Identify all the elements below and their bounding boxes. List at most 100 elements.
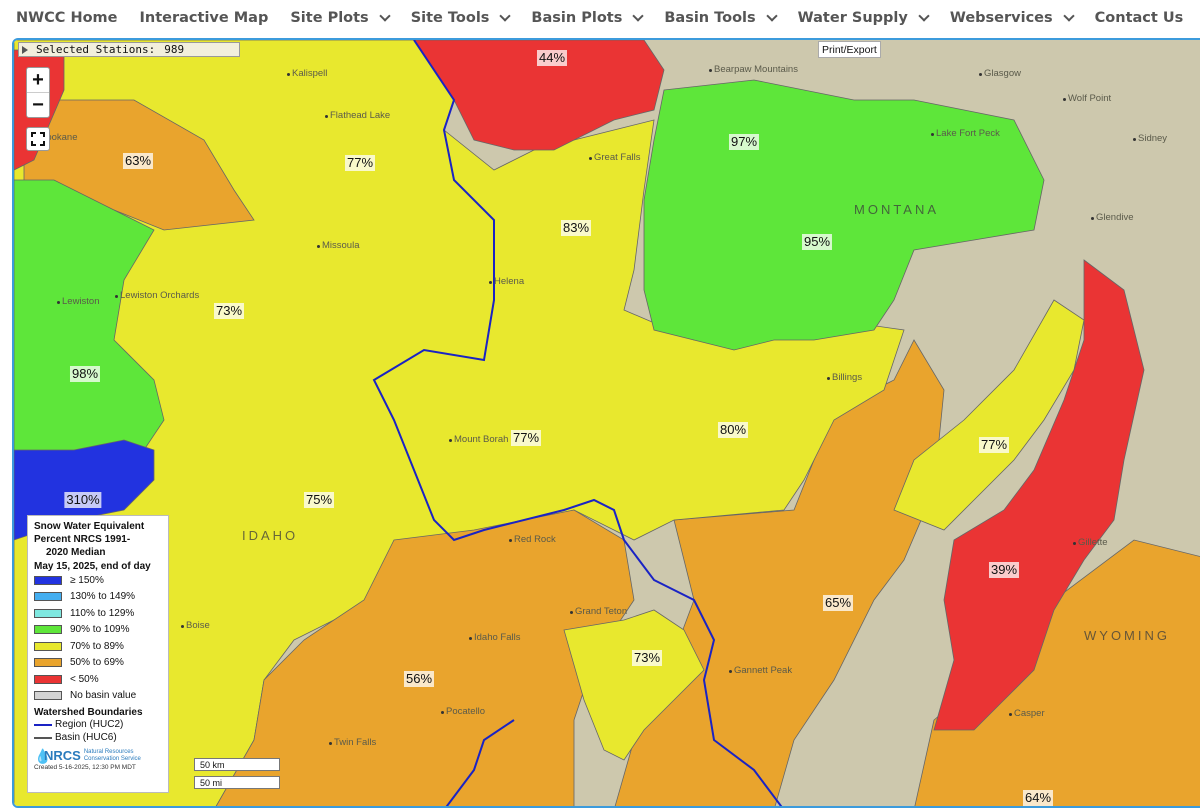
place-label: Lewiston [57, 296, 100, 307]
place-label: Red Rock [509, 534, 556, 545]
chevron-down-icon [918, 10, 930, 22]
basin-value: 64% [1022, 790, 1054, 806]
legend-title-line: Percent NRCS 1991- [34, 534, 131, 545]
chevron-down-icon [766, 10, 778, 22]
place-label: Grand Teton [569, 606, 628, 617]
chevron-down-icon [379, 10, 391, 22]
nav-label: Basin Tools [664, 10, 756, 26]
nrcs-wordmark: NRCS [44, 748, 81, 763]
nav-label: Water Supply [797, 10, 908, 26]
nrcs-full-name-line: Conservation Service [83, 756, 141, 762]
legend-items: ≥ 150% 130% to 149% 110% to 129% 90% to 109… [34, 572, 162, 704]
place-label: Bearpaw Mountains [709, 64, 798, 75]
scale-mi: 50 mi [194, 776, 280, 789]
nav-label: NWCC Home [16, 10, 118, 26]
place-label: Billings [826, 372, 863, 383]
water-drop-icon: 💧 [34, 748, 52, 764]
legend-boundary-label: Basin (HUC6) [55, 732, 117, 743]
legend-boundary-label: Region (HUC2) [55, 719, 124, 730]
place-label: Boise [181, 620, 210, 631]
legend-swatch [34, 592, 62, 602]
legend-created: Created 5-16-2025, 12:30 PM MDT [34, 764, 136, 771]
place-label: Sidney [1132, 133, 1168, 144]
nav-basin-plots[interactable]: Basin Plots [520, 3, 653, 33]
place-label: Missoula [317, 240, 360, 251]
nrcs-full-name-line: Natural Resources [83, 749, 134, 755]
legend-item: No basin value [34, 688, 162, 705]
nav-label: Interactive Map [139, 10, 269, 26]
basin-value: 97% [728, 134, 760, 150]
nav-basin-tools[interactable]: Basin Tools [653, 3, 786, 33]
chevron-down-icon [1062, 10, 1075, 22]
basin-value: 73% [213, 303, 245, 319]
nav-water-supply[interactable]: Water Supply [787, 3, 939, 33]
legend-swatch [34, 674, 62, 684]
zoom-control: + − [26, 67, 50, 118]
chevron-down-icon [632, 10, 645, 22]
nav-site-tools[interactable]: Site Tools [400, 3, 521, 33]
place-label: Lake Fort Peck [931, 128, 1000, 139]
legend-item: 50% to 69% [34, 655, 162, 672]
nav-webservices[interactable]: Webservices [939, 3, 1084, 33]
legend-swatch [34, 691, 62, 701]
legend-item: ≥ 150% [34, 572, 162, 589]
nav-label: Webservices [949, 10, 1053, 26]
place-label: Glasgow [979, 68, 1021, 79]
map-container[interactable]: MONTANA WYOMING IDAHO Kalispell Flathead… [12, 38, 1200, 808]
basin-value: 56% [403, 671, 435, 687]
basin-value: 75% [303, 492, 335, 508]
legend-item-label: 50% to 69% [70, 657, 124, 669]
print-export-button[interactable]: Print/Export [818, 41, 881, 58]
nav-label: Basin Plots [531, 10, 623, 26]
legend-boundaries: Region (HUC2) Basin (HUC6) [34, 718, 162, 744]
region-label: WYOMING [1084, 628, 1170, 643]
region-label: MONTANA [854, 202, 940, 217]
legend-item-label: 90% to 109% [70, 624, 130, 636]
legend-swatch [34, 625, 62, 635]
basin-value: 63% [122, 153, 154, 169]
legend-swatch [34, 658, 62, 668]
nav-site-plots[interactable]: Site Plots [279, 3, 399, 33]
nav-contact-us[interactable]: Contact Us [1084, 3, 1195, 33]
legend-line-swatch [34, 723, 52, 726]
legend-item: 110% to 129% [34, 605, 162, 622]
basin-value: 73% [631, 650, 663, 666]
legend-item-label: ≥ 150% [70, 574, 104, 586]
legend-item-label: < 50% [70, 673, 99, 685]
basin-value: 83% [560, 220, 592, 236]
map-legend: Snow Water Equivalent Percent NRCS 1991-… [27, 515, 169, 793]
basin-value: 65% [822, 595, 854, 611]
legend-swatch [34, 608, 62, 618]
legend-swatch [34, 641, 62, 651]
legend-title-line: 2020 Median [46, 547, 106, 558]
selected-stations-label: Selected Stations: [36, 43, 156, 56]
legend-item-label: 130% to 149% [70, 591, 136, 603]
basin-value: 98% [69, 366, 101, 382]
nav-label: Site Plots [290, 10, 369, 26]
basin-value: 44% [536, 50, 568, 66]
basin-value: 39% [988, 562, 1020, 578]
zoom-out-button[interactable]: − [27, 93, 49, 117]
region-label: IDAHO [242, 528, 299, 543]
basin-value: 77% [978, 437, 1010, 453]
place-label: Idaho Falls [468, 632, 521, 643]
nav-interactive-map[interactable]: Interactive Map [129, 3, 280, 33]
fullscreen-button[interactable] [26, 127, 50, 151]
place-label: Glendive [1091, 212, 1134, 223]
legend-item: < 50% [34, 671, 162, 688]
basin-value: 95% [801, 234, 833, 250]
place-label: Pocatello [440, 706, 486, 717]
legend-swatch [34, 575, 62, 585]
place-label: Twin Falls [328, 737, 377, 748]
top-nav: NWCC Home Interactive Map Site Plots Sit… [0, 0, 1200, 36]
basin-value: 310% [64, 492, 102, 508]
nav-nwcc-home[interactable]: NWCC Home [0, 3, 129, 33]
nrcs-full-name: Natural Resources Conservation Service [84, 749, 141, 763]
legend-item: 90% to 109% [34, 622, 162, 639]
basin-value: 77% [510, 430, 542, 446]
legend-boundaries-title: Watershed Boundaries [34, 707, 143, 718]
nav-label: Contact Us [1094, 10, 1184, 26]
chevron-down-icon [499, 10, 512, 22]
selected-stations-bar[interactable]: Selected Stations: 989 [18, 42, 240, 57]
zoom-in-button[interactable]: + [27, 68, 49, 93]
